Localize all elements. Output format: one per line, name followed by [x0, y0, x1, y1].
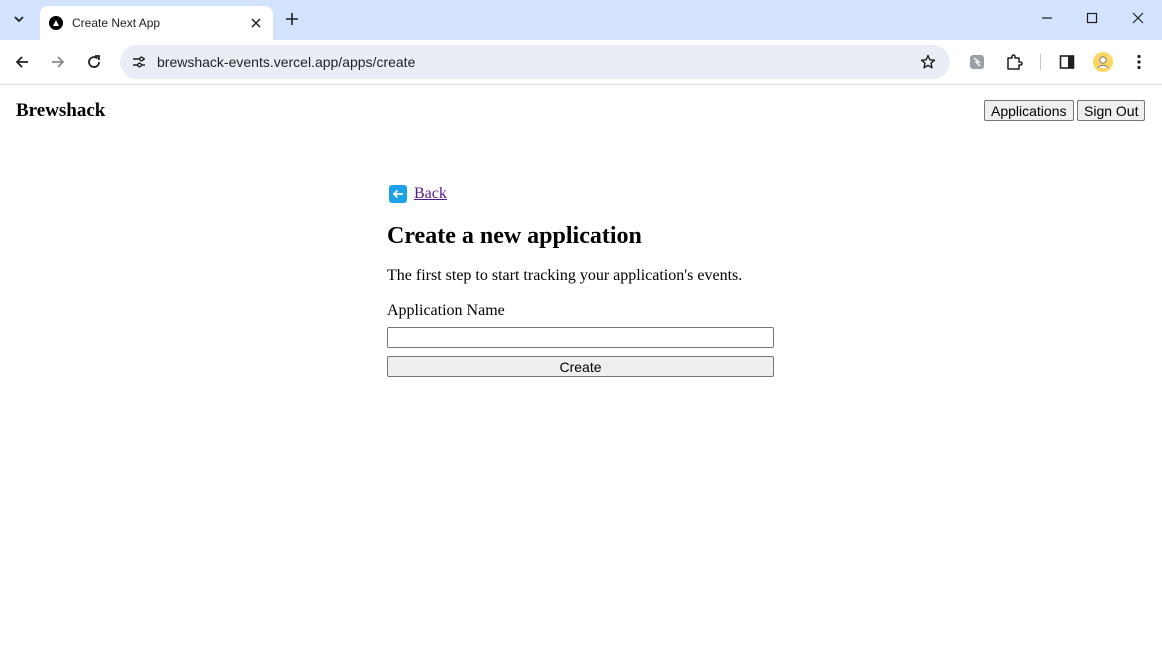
create-app-form: Back Create a new application The first …	[387, 182, 774, 377]
arrow-left-box-icon[interactable]	[389, 185, 407, 203]
minimize-icon[interactable]	[1024, 4, 1070, 32]
avatar-icon[interactable]	[1092, 51, 1114, 73]
url-text: brewshack-events.vercel.app/apps/create	[157, 54, 416, 70]
chevron-down-icon[interactable]	[4, 6, 34, 32]
arrow-right-icon[interactable]	[44, 48, 72, 76]
tune-icon[interactable]	[128, 51, 150, 73]
star-icon[interactable]	[918, 52, 938, 72]
browser-tab[interactable]: Create Next App	[40, 6, 273, 40]
close-window-icon[interactable]	[1115, 4, 1161, 32]
page-description: The first step to start tracking your ap…	[387, 267, 743, 284]
toolbar-divider	[1040, 54, 1041, 70]
back-link[interactable]: Back	[414, 185, 447, 203]
tab-strip: Create Next App	[0, 0, 1162, 40]
kebab-menu-icon[interactable]	[1128, 51, 1150, 73]
create-button[interactable]: Create	[387, 356, 774, 377]
browser-toolbar: brewshack-events.vercel.app/apps/create	[0, 40, 1162, 85]
close-icon[interactable]	[247, 14, 265, 32]
reload-icon[interactable]	[80, 48, 108, 76]
back-row: Back	[387, 182, 774, 206]
application-name-label: Application Name	[387, 302, 505, 319]
page-content: Brewshack Applications Sign Out Back Cre…	[0, 86, 1162, 658]
side-panel-icon[interactable]	[1056, 51, 1078, 73]
maximize-icon[interactable]	[1069, 4, 1115, 32]
plus-icon[interactable]	[281, 8, 303, 30]
arrow-left-icon[interactable]	[8, 48, 36, 76]
puzzle-icon[interactable]	[1003, 51, 1025, 73]
tab-title: Create Next App	[72, 16, 161, 30]
address-bar[interactable]: brewshack-events.vercel.app/apps/create	[120, 45, 950, 79]
applications-button[interactable]: Applications	[984, 100, 1074, 121]
sign-out-button[interactable]: Sign Out	[1077, 100, 1146, 121]
page-title: Create a new application	[387, 223, 642, 249]
extension-badge-icon[interactable]	[966, 51, 988, 73]
triangle-logo-icon	[49, 16, 63, 30]
brand-logo: Brewshack	[16, 100, 106, 121]
application-name-input[interactable]	[387, 327, 774, 348]
